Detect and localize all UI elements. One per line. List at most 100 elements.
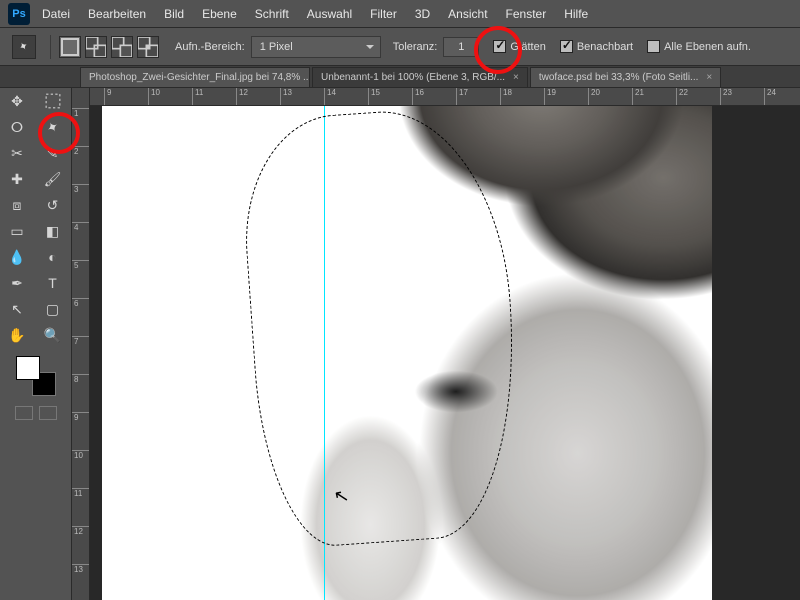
dodge-tool[interactable]: ◐ bbox=[36, 244, 70, 270]
brush-tool[interactable]: 🖌 bbox=[36, 166, 70, 192]
options-bar: ✦ Aufn.-Bereich: 1 Pixel Toleranz: 1 Glä… bbox=[0, 28, 800, 66]
hruler-tick: 13 bbox=[280, 88, 292, 105]
quickmask-button[interactable] bbox=[15, 406, 33, 420]
menu-bar: Ps Datei Bearbeiten Bild Ebene Schrift A… bbox=[0, 0, 800, 28]
vruler-tick: 4 bbox=[72, 222, 89, 232]
all-layers-label: Alle Ebenen aufn. bbox=[664, 41, 751, 53]
path-select-tool[interactable]: ↖ bbox=[0, 296, 34, 322]
canvas-wrap: 9 10 11 12 13 14 15 16 17 18 19 20 21 22… bbox=[90, 88, 800, 600]
type-tool[interactable]: T bbox=[36, 270, 70, 296]
droplet-icon: 💧 bbox=[8, 249, 25, 266]
vruler-tick: 3 bbox=[72, 184, 89, 194]
magic-wand-icon: ✦ bbox=[43, 117, 62, 138]
toolbox: ✥ ⵔ ✦ ✂ ✎ ✚ 🖌 ⧈ ↺ ▭ ◧ 💧 ◐ ✒ T ↖ ▢ ✋ 🔍 bbox=[0, 88, 72, 600]
menu-3d[interactable]: 3D bbox=[415, 7, 430, 21]
brush-icon: 🖌 bbox=[44, 171, 62, 188]
blur-tool[interactable]: 💧 bbox=[0, 244, 34, 270]
vruler-tick: 7 bbox=[72, 336, 89, 346]
app-logo: Ps bbox=[8, 3, 30, 25]
tolerance-input[interactable]: 1 bbox=[443, 37, 479, 57]
marquee-tool[interactable] bbox=[36, 88, 70, 114]
canvas[interactable]: ↖ bbox=[90, 106, 800, 600]
pen-tool[interactable]: ✒ bbox=[0, 270, 34, 296]
history-brush-icon: ↺ bbox=[47, 197, 59, 214]
vruler-tick: 9 bbox=[72, 412, 89, 422]
bandage-icon: ✚ bbox=[11, 171, 23, 188]
menu-filter[interactable]: Filter bbox=[370, 7, 397, 21]
eyedropper-tool[interactable]: ✎ bbox=[36, 140, 70, 166]
menu-type[interactable]: Schrift bbox=[255, 7, 289, 21]
sample-size-dropdown[interactable]: 1 Pixel bbox=[251, 36, 381, 58]
tab-document-2[interactable]: twoface.psd bei 33,3% (Foto Seitli...× bbox=[530, 67, 721, 87]
contiguous-checkbox[interactable] bbox=[560, 40, 573, 53]
hruler-tick: 20 bbox=[588, 88, 600, 105]
vruler-tick: 6 bbox=[72, 298, 89, 308]
fg-color-swatch[interactable] bbox=[16, 356, 40, 380]
tab-document-1[interactable]: Unbenannt-1 bei 100% (Ebene 3, RGB/... × bbox=[312, 67, 528, 87]
menu-window[interactable]: Fenster bbox=[506, 7, 547, 21]
menu-view[interactable]: Ansicht bbox=[448, 7, 487, 21]
hand-icon: ✋ bbox=[8, 327, 25, 344]
menu-help[interactable]: Hilfe bbox=[564, 7, 588, 21]
history-brush-tool[interactable]: ↺ bbox=[36, 192, 70, 218]
gradient-tool[interactable]: ◧ bbox=[36, 218, 70, 244]
selection-intersect-button[interactable] bbox=[137, 36, 159, 58]
zoom-tool[interactable]: 🔍 bbox=[36, 322, 70, 348]
hruler-tick: 11 bbox=[192, 88, 203, 105]
all-layers-checkbox[interactable] bbox=[647, 40, 660, 53]
menu-image[interactable]: Bild bbox=[164, 7, 184, 21]
color-swatches[interactable] bbox=[16, 356, 56, 396]
crop-tool[interactable]: ✂ bbox=[0, 140, 34, 166]
active-tool-indicator[interactable]: ✦ bbox=[12, 35, 36, 59]
screen-mode-buttons bbox=[0, 406, 71, 420]
arrow-icon: ↖ bbox=[11, 301, 23, 318]
antialias-checkbox[interactable] bbox=[493, 40, 506, 53]
vruler-tick: 5 bbox=[72, 260, 89, 270]
hruler-tick: 19 bbox=[544, 88, 556, 105]
clone-tool[interactable]: ⧈ bbox=[0, 192, 34, 218]
menu-select[interactable]: Auswahl bbox=[307, 7, 352, 21]
selection-add-button[interactable] bbox=[85, 36, 107, 58]
magic-wand-tool[interactable]: ✦ bbox=[36, 114, 70, 140]
hruler-tick: 23 bbox=[720, 88, 732, 105]
crop-icon: ✂ bbox=[11, 145, 23, 162]
healing-tool[interactable]: ✚ bbox=[0, 166, 34, 192]
document-paper: ↖ bbox=[102, 106, 712, 600]
hruler-tick: 18 bbox=[500, 88, 512, 105]
hand-tool[interactable]: ✋ bbox=[0, 322, 34, 348]
pen-icon: ✒ bbox=[11, 275, 23, 292]
lasso-tool[interactable]: ⵔ bbox=[0, 114, 34, 140]
screenmode-button[interactable] bbox=[39, 406, 57, 420]
vruler-tick: 2 bbox=[72, 146, 89, 156]
menu-file[interactable]: Datei bbox=[42, 7, 70, 21]
shape-icon: ▢ bbox=[46, 301, 59, 318]
selection-subtract-button[interactable] bbox=[111, 36, 133, 58]
vruler-tick: 12 bbox=[72, 526, 89, 536]
hruler-tick: 21 bbox=[632, 88, 644, 105]
hruler-tick: 17 bbox=[456, 88, 468, 105]
shape-tool[interactable]: ▢ bbox=[36, 296, 70, 322]
tab-label: Photoshop_Zwei-Gesichter_Final.jpg bei 7… bbox=[89, 72, 310, 83]
hruler-tick: 12 bbox=[236, 88, 248, 105]
selection-new-button[interactable] bbox=[59, 36, 81, 58]
vertical-ruler: 1 2 3 4 5 6 7 8 9 10 11 12 13 bbox=[72, 88, 90, 600]
close-icon[interactable]: × bbox=[706, 72, 712, 83]
hruler-tick: 15 bbox=[368, 88, 380, 105]
move-tool[interactable]: ✥ bbox=[0, 88, 34, 114]
hruler-tick: 9 bbox=[104, 88, 111, 105]
eraser-tool[interactable]: ▭ bbox=[0, 218, 34, 244]
close-icon[interactable]: × bbox=[513, 72, 519, 83]
vruler-tick: 1 bbox=[72, 108, 89, 118]
vruler-tick: 10 bbox=[72, 450, 89, 460]
contiguous-label: Benachbart bbox=[577, 41, 633, 53]
tab-document-0[interactable]: Photoshop_Zwei-Gesichter_Final.jpg bei 7… bbox=[80, 67, 310, 87]
magic-wand-icon: ✦ bbox=[17, 39, 31, 55]
tab-label: Unbenannt-1 bei 100% (Ebene 3, RGB/... bbox=[321, 72, 505, 83]
menu-edit[interactable]: Bearbeiten bbox=[88, 7, 146, 21]
menu-layer[interactable]: Ebene bbox=[202, 7, 237, 21]
square-icon bbox=[60, 37, 80, 57]
tolerance-label: Toleranz: bbox=[393, 41, 438, 53]
work-area: ✥ ⵔ ✦ ✂ ✎ ✚ 🖌 ⧈ ↺ ▭ ◧ 💧 ◐ ✒ T ↖ ▢ ✋ 🔍 bbox=[0, 88, 800, 600]
eraser-icon: ▭ bbox=[10, 223, 23, 240]
lasso-icon: ⵔ bbox=[11, 119, 23, 136]
